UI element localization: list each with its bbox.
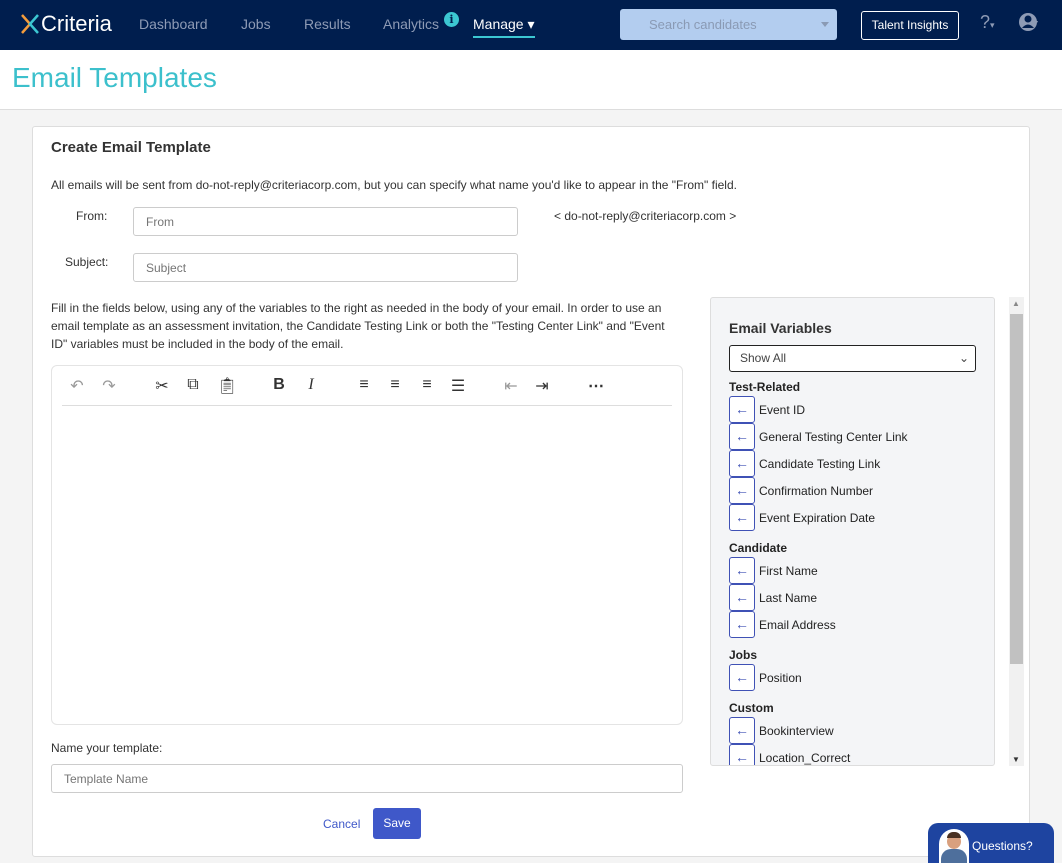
insert-arrow-icon[interactable]: ← — [729, 584, 755, 611]
redo-icon[interactable]: ↷ — [99, 376, 119, 396]
variable-item: ← Event ID — [729, 396, 989, 423]
logo-mark-icon — [21, 14, 39, 34]
insert-arrow-icon[interactable]: ← — [729, 744, 755, 765]
insert-arrow-icon[interactable]: ← — [729, 717, 755, 744]
nav-manage-label: Manage — [473, 16, 524, 32]
variable-label: Event ID — [759, 402, 806, 417]
nav-results[interactable]: Results — [304, 16, 351, 32]
logo-text: Criteria — [41, 11, 112, 36]
variable-item: ← Candidate Testing Link — [729, 450, 989, 477]
filter-value: Show All — [740, 351, 787, 365]
editor-toolbar: ↶ ↷ ✂ ⧉ 📋︎ B I ≡ ≡ ≡ ☰ ⇤ ⇥ ⋯ — [62, 366, 672, 406]
more-icon[interactable]: ⋯ — [586, 376, 606, 396]
italic-icon[interactable]: I — [301, 376, 321, 394]
talent-insights-button[interactable]: Talent Insights — [861, 11, 959, 40]
variable-item: ← Bookinterview — [729, 717, 989, 744]
search-candidates-input[interactable]: Search candidates — [620, 9, 837, 40]
cut-icon[interactable]: ✂ — [152, 376, 172, 396]
variable-label: Event Expiration Date — [759, 510, 876, 525]
variable-label: Location_Correct — [759, 750, 851, 765]
indent-icon[interactable]: ⇥ — [532, 376, 552, 396]
variable-group-label: Candidate — [729, 541, 788, 555]
variable-group-label: Jobs — [729, 648, 758, 662]
variable-label: First Name — [759, 563, 818, 578]
from-email-suffix: < do-not-reply@criteriacorp.com > — [554, 209, 737, 223]
chevron-down-icon: ⌄ — [958, 351, 969, 365]
variables-list: Test-Related ← Event ID ← General Testing Ce… — [729, 380, 989, 765]
questions-chat-button[interactable]: Questions? — [928, 823, 1054, 863]
save-button[interactable]: Save — [373, 808, 421, 839]
nav-manage[interactable]: Manage ▾ — [473, 16, 535, 38]
create-template-card: Create Email Template All emails will be… — [32, 126, 1030, 857]
from-label: From: — [76, 209, 108, 223]
variable-group-label: Test-Related — [729, 380, 801, 394]
help-icon[interactable]: ?▾ — [980, 12, 995, 33]
caret-down-icon — [821, 22, 829, 31]
variable-item: ← Position — [729, 664, 989, 691]
align-left-icon[interactable]: ≡ — [354, 376, 374, 394]
insert-arrow-icon[interactable]: ← — [729, 504, 755, 531]
insert-arrow-icon[interactable]: ← — [729, 664, 755, 691]
template-name-label: Name your template: — [51, 741, 163, 755]
page-title: Email Templates — [12, 62, 217, 93]
variable-item: ← Confirmation Number — [729, 477, 989, 504]
variable-item: ← Event Expiration Date — [729, 504, 989, 531]
subject-input[interactable] — [133, 253, 518, 282]
email-variables-panel: Email Variables Show All ⌄ Test-Related ← E… — [710, 297, 995, 766]
insert-arrow-icon[interactable]: ← — [729, 557, 755, 584]
undo-icon[interactable]: ↶ — [67, 376, 87, 396]
form-heading: Create Email Template — [51, 139, 211, 156]
variable-label: Candidate Testing Link — [759, 456, 881, 471]
variable-item: ← General Testing Center Link — [729, 423, 989, 450]
nav-dashboard[interactable]: Dashboard — [139, 16, 208, 32]
outdent-icon[interactable]: ⇤ — [501, 376, 521, 396]
template-name-input[interactable] — [51, 764, 683, 793]
paste-icon[interactable]: 📋︎ — [217, 376, 237, 396]
insert-arrow-icon[interactable]: ← — [729, 611, 755, 638]
from-input[interactable] — [133, 207, 518, 236]
variable-group-label: Custom — [729, 701, 774, 715]
instructions-text: Fill in the fields below, using any of t… — [51, 301, 665, 351]
variables-filter-select[interactable]: Show All ⌄ — [729, 345, 976, 372]
variable-label: Position — [759, 670, 802, 685]
align-center-icon[interactable]: ≡ — [385, 376, 405, 394]
criteria-logo[interactable]: Criteria — [20, 11, 112, 37]
variable-item: ← Email Address — [729, 611, 989, 638]
variable-label: Email Address — [759, 617, 836, 632]
questions-label: Questions? — [972, 839, 1033, 853]
align-right-icon[interactable]: ≡ — [417, 376, 437, 394]
align-justify-icon[interactable]: ☰ — [448, 376, 468, 396]
variable-label: Bookinterview — [759, 723, 834, 738]
copy-icon[interactable]: ⧉ — [183, 376, 203, 394]
scroll-up-icon[interactable]: ▲ — [1012, 299, 1020, 308]
nav-analytics[interactable]: Analytics — [383, 16, 439, 32]
insert-arrow-icon[interactable]: ← — [729, 450, 755, 477]
variable-label: Last Name — [759, 590, 818, 605]
search-placeholder: Search candidates — [649, 17, 757, 32]
top-nav: Criteria Dashboard Jobs Results Analytic… — [0, 0, 1062, 50]
bold-icon[interactable]: B — [269, 376, 289, 394]
variable-item: ← Last Name — [729, 584, 989, 611]
variables-title: Email Variables — [729, 320, 832, 336]
variable-label: Confirmation Number — [759, 483, 874, 498]
variables-scrollbar[interactable]: ▲ ▼ — [1009, 297, 1024, 766]
insert-arrow-icon[interactable]: ← — [729, 396, 755, 423]
insert-arrow-icon[interactable]: ← — [729, 423, 755, 450]
subject-label: Subject: — [65, 255, 109, 269]
nav-jobs[interactable]: Jobs — [241, 16, 271, 32]
info-icon[interactable]: i — [444, 12, 459, 27]
variable-item: ← Location_Correct — [729, 744, 989, 765]
page-header: Email Templates — [0, 50, 1062, 110]
variable-label: General Testing Center Link — [759, 429, 908, 444]
intro-text: All emails will be sent from do-not-repl… — [51, 178, 737, 192]
cancel-button[interactable]: Cancel — [323, 817, 360, 831]
insert-arrow-icon[interactable]: ← — [729, 477, 755, 504]
scrollbar-thumb[interactable] — [1010, 314, 1023, 664]
scroll-down-icon[interactable]: ▼ — [1012, 755, 1020, 764]
user-avatar-icon[interactable] — [1018, 12, 1040, 37]
variable-item: ← First Name — [729, 557, 989, 584]
support-avatar — [939, 829, 969, 863]
rich-text-editor[interactable]: ↶ ↷ ✂ ⧉ 📋︎ B I ≡ ≡ ≡ ☰ ⇤ ⇥ ⋯ — [51, 365, 683, 725]
